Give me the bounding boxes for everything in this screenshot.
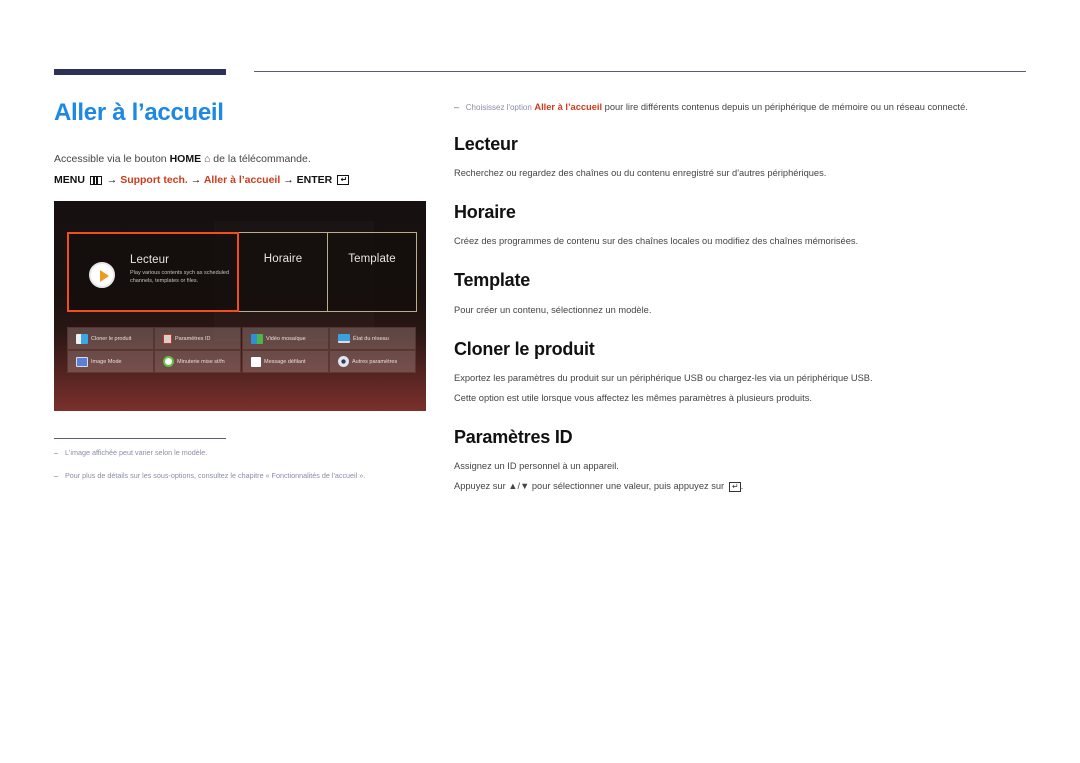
monitor-icon — [76, 356, 88, 367]
section-title-cloner: Cloner le produit — [454, 339, 595, 359]
grid-item-label: État du réseau — [353, 335, 389, 342]
section-text-parametres-id-2: Appuyez sur ▲/▼ pour sélectionner une va… — [454, 481, 743, 492]
tile-title: Template — [348, 253, 396, 265]
grid-item-label: Message défilant — [264, 358, 306, 365]
grid-item-etat-reseau[interactable]: État du réseau — [329, 327, 416, 350]
menu-step-home: Aller à l’accueil — [203, 174, 281, 186]
arrow-icon: → — [190, 174, 202, 186]
intro-suffix: pour lire différents contenus depuis un … — [604, 102, 968, 112]
home-tiles: Lecteur Play various contents sych as sc… — [67, 232, 417, 312]
intro-note: – Choisissez l'option Aller à l’accueil … — [454, 102, 968, 112]
section-text-cloner-2: Cette option est utile lorsque vous affe… — [454, 393, 812, 403]
grid-item-parametres-id[interactable]: Paramètres ID — [154, 327, 241, 350]
menu-icon — [89, 175, 102, 185]
param-text-mid: pour sélectionner une valeur, puis appuy… — [531, 481, 725, 491]
enter-icon: ↵ — [337, 175, 350, 186]
menu-step-support: Support tech. — [120, 174, 188, 186]
access-instruction: Accessible via le bouton HOME ⌂ de la té… — [54, 153, 311, 165]
section-title-horaire: Horaire — [454, 202, 516, 222]
access-suffix: de la télécommande. — [213, 153, 311, 165]
intro-highlight: Aller à l’accueil — [534, 102, 603, 112]
home-button-label: HOME — [169, 153, 202, 165]
section-title-lecteur: Lecteur — [454, 134, 518, 154]
header-rule-thin — [254, 71, 1026, 72]
header-rule-thick — [54, 69, 226, 75]
tile-description: Play various contents sych as scheduled … — [130, 270, 230, 284]
grid-item-label: Autres paramètres — [352, 358, 398, 365]
section-text-lecteur: Recherchez ou regardez des chaînes ou du… — [454, 168, 827, 178]
section-text-parametres-id-1: Assignez un ID personnel à un appareil. — [454, 461, 619, 471]
note-sub-options: – Pour plus de détails sur les sous-optio… — [54, 471, 365, 480]
grid-item-minuterie[interactable]: Minuterie mise st/fn — [154, 350, 241, 373]
grid-item-label: Paramètres ID — [175, 335, 211, 342]
section-title-parametres-id: Paramètres ID — [454, 427, 573, 447]
dash-icon: – — [454, 102, 460, 112]
dash-icon: – — [54, 448, 58, 457]
grid-item-video-mosaique[interactable]: Vidéo mosaïque — [242, 327, 329, 350]
dash-icon: – — [54, 471, 58, 480]
note-image-varies: – L'image affichée peut varier selon le m… — [54, 448, 207, 457]
section-text-cloner-1: Exportez les paramètres du produit sur u… — [454, 373, 873, 383]
param-text-prefix: Appuyez sur — [454, 481, 506, 491]
section-text-horaire: Créez des programmes de contenu sur des … — [454, 236, 859, 246]
enter-icon: ↵ — [728, 481, 741, 492]
clone-icon — [76, 333, 88, 344]
grid-item-label: Vidéo mosaïque — [266, 335, 306, 342]
grid-item-label: Cloner le produit — [91, 335, 132, 342]
grid-item-autres-parametres[interactable]: Autres paramètres — [329, 350, 416, 373]
arrow-icon: → — [106, 174, 118, 186]
play-icon — [89, 262, 115, 288]
tile-title: Lecteur — [130, 254, 170, 266]
menu-label: MENU — [54, 174, 85, 186]
section-title-template: Template — [454, 270, 531, 290]
notes-divider — [54, 438, 226, 439]
network-status-icon — [338, 334, 350, 343]
note-text: Pour plus de détails sur les sous-option… — [65, 471, 366, 480]
enter-label: ENTER — [296, 174, 333, 186]
grid-item-label: Image Mode — [91, 358, 122, 365]
page-title: Aller à l’accueil — [54, 99, 224, 126]
tile-title: Horaire — [263, 253, 303, 265]
menu-path: MENU → Support tech. → Aller à l’accueil… — [54, 174, 350, 186]
tv-screen-illustration: Lecteur Play various contents sych as sc… — [54, 201, 426, 411]
grid-item-message-defilant[interactable]: Message défilant — [242, 350, 329, 373]
id-badge-icon — [163, 333, 172, 344]
intro-prefix: Choisissez l'option — [465, 103, 532, 112]
message-icon — [251, 356, 261, 367]
grid-item-label: Minuterie mise st/fn — [177, 358, 225, 365]
video-wall-icon — [251, 333, 263, 344]
tile-horaire[interactable]: Horaire — [238, 232, 328, 312]
arrow-icon: → — [283, 174, 294, 186]
grid-item-cloner[interactable]: Cloner le produit — [67, 327, 154, 350]
home-icon: ⌂ — [204, 153, 211, 165]
gear-icon — [338, 356, 349, 367]
note-text: L'image affichée peut varier selon le mo… — [65, 448, 208, 457]
access-prefix: Accessible via le bouton — [54, 153, 167, 165]
tile-template[interactable]: Template — [327, 232, 417, 312]
up-down-arrows-icon: ▲/▼ — [508, 481, 530, 491]
section-text-template: Pour créer un contenu, sélectionnez un m… — [454, 305, 652, 315]
param-text-end: . — [740, 481, 744, 491]
settings-grid: Cloner le produit Paramètres ID Vidéo mo… — [67, 327, 417, 374]
tile-lecteur[interactable]: Lecteur Play various contents sych as sc… — [67, 232, 239, 312]
timer-icon — [163, 356, 174, 367]
grid-item-image-mode[interactable]: Image Mode — [67, 350, 154, 373]
